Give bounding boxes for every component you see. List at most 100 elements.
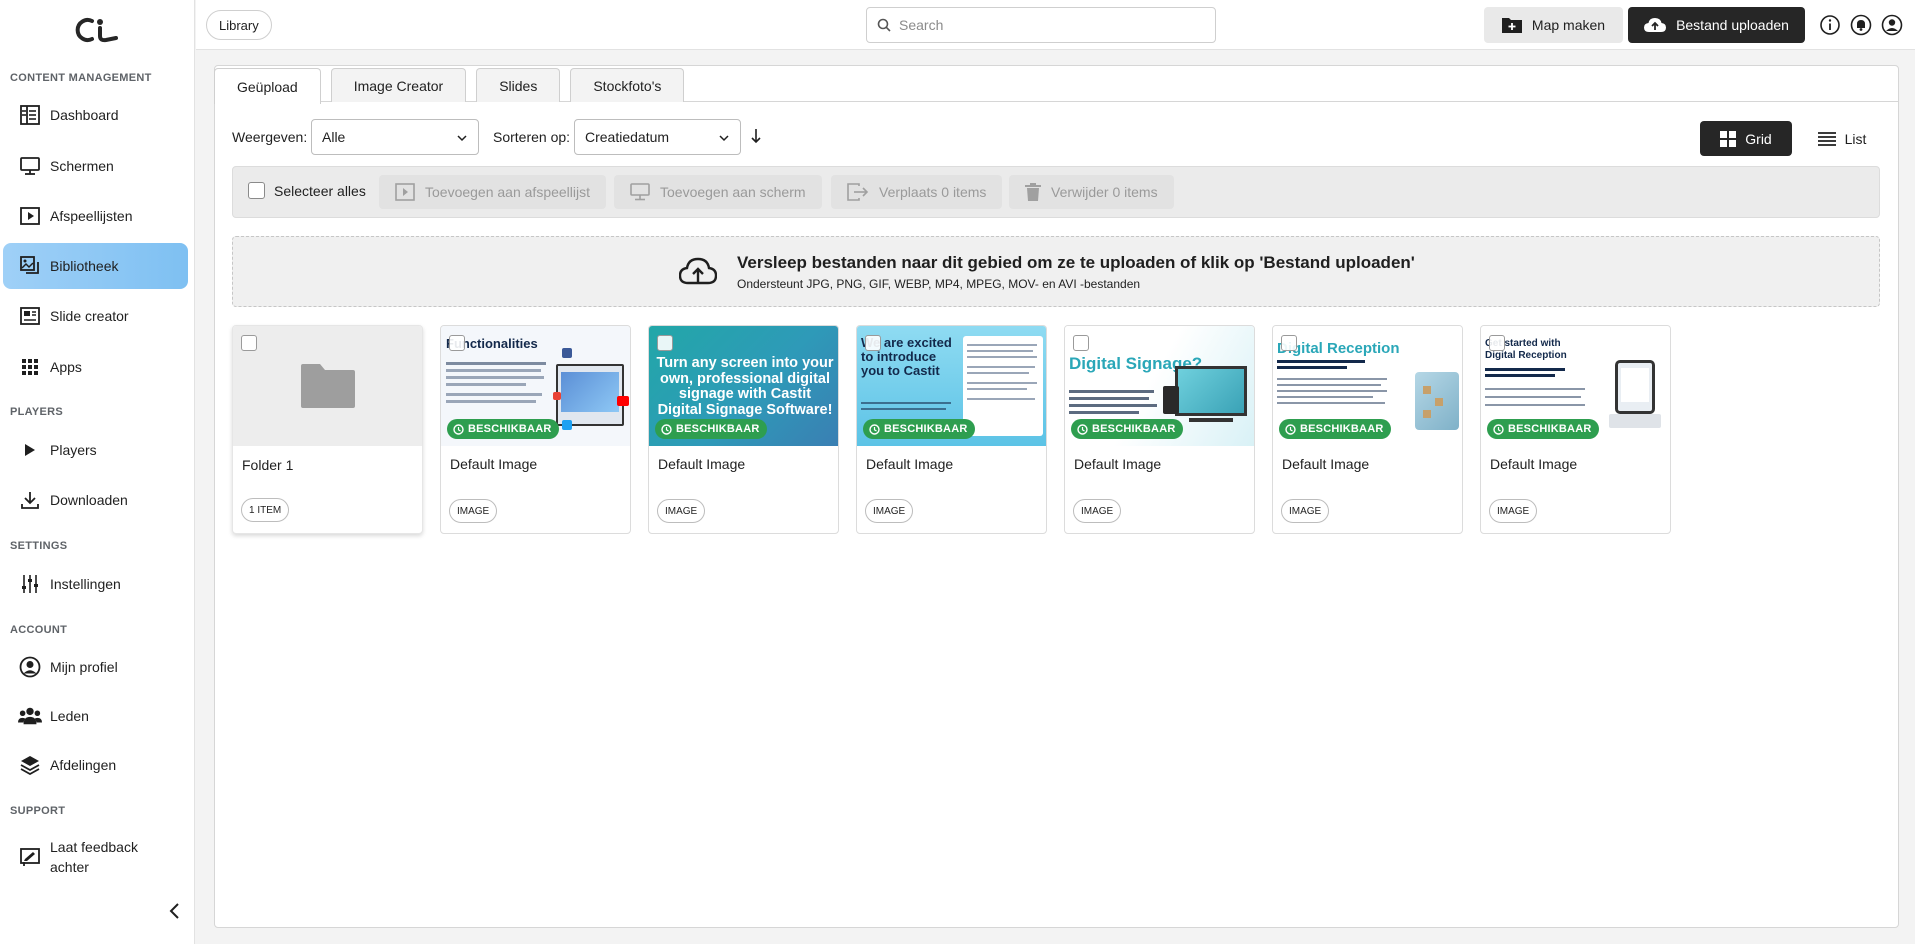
- create-folder-button[interactable]: Map maken: [1484, 7, 1623, 43]
- sidebar: CONTENT MANAGEMENT Dashboard Schermen Af…: [0, 0, 195, 944]
- card-select-checkbox[interactable]: [1281, 335, 1297, 351]
- add-to-playlist-label: Toevoegen aan afspeellijst: [425, 184, 591, 200]
- layers-icon: [18, 753, 42, 777]
- section-support: SUPPORT: [10, 805, 66, 817]
- media-card[interactable]: Get started with Digital Reception BESCH…: [1480, 325, 1671, 534]
- show-filter-value: Alle: [322, 129, 346, 145]
- sort-select[interactable]: Creatiedatum: [574, 119, 741, 155]
- sidebar-item-downloaden[interactable]: Downloaden: [3, 477, 188, 523]
- upload-dropzone[interactable]: Versleep bestanden naar dit gebied om ze…: [232, 236, 1880, 307]
- delete-items-label: Verwijder 0 items: [1051, 184, 1158, 200]
- search-input[interactable]: [899, 17, 1199, 33]
- feedback-label-line1: Laat feedback: [50, 839, 138, 855]
- tab-geupload[interactable]: Geüpload: [214, 68, 321, 104]
- move-items-button[interactable]: Verplaats 0 items: [831, 175, 1003, 209]
- sidebar-item-label: Laat feedback achter: [50, 837, 138, 877]
- show-filter-select[interactable]: Alle: [311, 119, 479, 155]
- playlist-icon: [395, 183, 415, 201]
- dropzone-subtitle: Ondersteunt JPG, PNG, GIF, WEBP, MP4, MP…: [737, 277, 1141, 291]
- media-card[interactable]: Digital Signage? BESCHIKBAAR Default Ima…: [1064, 325, 1255, 534]
- clock-icon: [1493, 423, 1504, 435]
- type-chip: IMAGE: [1073, 499, 1122, 523]
- tab-image-creator[interactable]: Image Creator: [330, 68, 467, 102]
- sidebar-item-leden[interactable]: Leden: [3, 693, 188, 739]
- grid-view-button[interactable]: Grid: [1700, 121, 1792, 156]
- select-all-checkbox[interactable]: [248, 182, 265, 199]
- search-icon: [877, 18, 891, 32]
- folder-thumbnail: [233, 326, 422, 446]
- status-badge-label: BESCHIKBAAR: [1092, 423, 1176, 435]
- info-icon[interactable]: [1819, 14, 1841, 36]
- tab-slides[interactable]: Slides: [476, 68, 561, 102]
- status-badge-label: BESCHIKBAAR: [1300, 423, 1384, 435]
- card-select-checkbox[interactable]: [1073, 335, 1089, 351]
- sidebar-item-afdelingen[interactable]: Afdelingen: [3, 742, 188, 788]
- sidebar-item-slide-creator[interactable]: Slide creator: [3, 293, 188, 339]
- breadcrumb-library[interactable]: Library: [206, 10, 272, 40]
- sort-direction-arrow-icon[interactable]: [749, 127, 763, 145]
- folder-select-checkbox[interactable]: [241, 335, 257, 351]
- list-view-label: List: [1844, 130, 1867, 147]
- media-card[interactable]: Functionalities BESCHIKBAAR Default Imag…: [440, 325, 631, 534]
- sidebar-item-label: Afdelingen: [50, 757, 117, 773]
- sidebar-item-instellingen[interactable]: Instellingen: [3, 561, 188, 607]
- search-box[interactable]: [866, 7, 1216, 43]
- sidebar-item-label: Schermen: [50, 158, 114, 174]
- create-folder-label: Map maken: [1531, 17, 1606, 33]
- status-badge-label: BESCHIKBAAR: [676, 423, 760, 435]
- media-card[interactable]: We are excited to introduce you to Casti…: [856, 325, 1047, 534]
- add-to-playlist-button[interactable]: Toevoegen aan afspeellijst: [379, 175, 607, 209]
- sidebar-item-dashboard[interactable]: Dashboard: [3, 92, 188, 138]
- status-badge: BESCHIKBAAR: [447, 419, 560, 439]
- media-card[interactable]: Digital Reception BESCHIKBAAR Default Im…: [1272, 325, 1463, 534]
- sidebar-item-mijn-profiel[interactable]: Mijn profiel: [3, 644, 188, 690]
- bulk-action-bar: Selecteer alles Toevoegen aan afspeellij…: [232, 166, 1880, 218]
- card-title: Default Image: [1490, 456, 1578, 472]
- add-to-screen-label: Toevoegen aan scherm: [660, 184, 806, 200]
- upload-file-label: Bestand uploaden: [1676, 17, 1789, 33]
- move-items-label: Verplaats 0 items: [879, 184, 987, 200]
- sort-label: Sorteren op:: [493, 129, 571, 145]
- sidebar-item-afspeellijsten[interactable]: Afspeellijsten: [3, 193, 188, 239]
- clock-icon: [869, 423, 880, 435]
- sidebar-item-feedback[interactable]: Laat feedback achter: [3, 832, 188, 882]
- tab-stockfotos[interactable]: Stockfoto's: [570, 68, 685, 102]
- slide-creator-icon: [18, 304, 42, 328]
- status-badge-label: BESCHIKBAAR: [1508, 423, 1592, 435]
- thumbnail-heading: Turn any screen into your own, professio…: [656, 355, 834, 418]
- notifications-bell-icon[interactable]: [1850, 14, 1872, 36]
- sidebar-item-label: Dashboard: [50, 107, 119, 123]
- card-select-checkbox[interactable]: [449, 335, 465, 351]
- sidebar-item-label: Mijn profiel: [50, 659, 118, 675]
- card-select-checkbox[interactable]: [657, 335, 673, 351]
- list-view-button[interactable]: List: [1800, 121, 1884, 156]
- sidebar-item-apps[interactable]: Apps: [3, 344, 188, 390]
- card-select-checkbox[interactable]: [1489, 335, 1505, 351]
- clock-icon: [1285, 423, 1296, 435]
- sidebar-item-bibliotheek[interactable]: Bibliotheek: [3, 243, 188, 289]
- folder-card[interactable]: Folder 1 1 ITEM: [232, 325, 423, 534]
- status-badge: BESCHIKBAAR: [1071, 419, 1184, 439]
- castit-logo[interactable]: [70, 16, 120, 44]
- sort-value: Creatiedatum: [585, 129, 670, 145]
- sidebar-item-players[interactable]: Players: [3, 427, 188, 473]
- show-filter-label: Weergeven:: [232, 129, 308, 145]
- type-chip: IMAGE: [1489, 499, 1538, 523]
- section-settings: SETTINGS: [10, 540, 68, 552]
- grid-view-icon: [1720, 130, 1737, 147]
- add-to-screen-button[interactable]: Toevoegen aan scherm: [614, 175, 822, 209]
- sidebar-item-label: Slide creator: [50, 308, 129, 324]
- sidebar-item-label: Bibliotheek: [50, 258, 119, 274]
- media-card[interactable]: Turn any screen into your own, professio…: [648, 325, 839, 534]
- account-avatar-icon[interactable]: [1881, 14, 1903, 36]
- sidebar-item-schermen[interactable]: Schermen: [3, 143, 188, 189]
- monitor-icon: [18, 154, 42, 178]
- select-all-toggle[interactable]: Selecteer alles: [248, 182, 366, 199]
- delete-items-button[interactable]: Verwijder 0 items: [1009, 175, 1174, 209]
- feedback-icon: [18, 845, 42, 869]
- collapse-sidebar-icon[interactable]: [165, 901, 185, 921]
- folder-icon: [301, 364, 355, 408]
- card-select-checkbox[interactable]: [865, 335, 881, 351]
- upload-file-button[interactable]: Bestand uploaden: [1628, 7, 1805, 43]
- list-view-icon: [1817, 131, 1836, 146]
